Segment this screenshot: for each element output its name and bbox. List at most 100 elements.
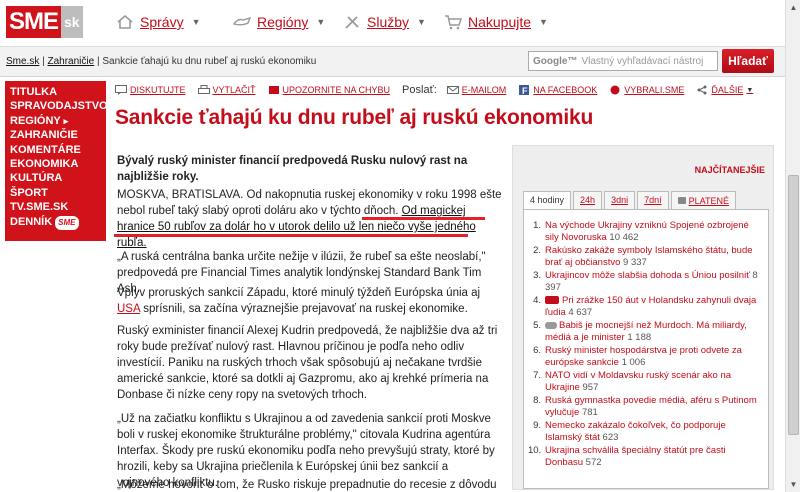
list-item[interactable]: 3. Ukrajincov môže slabšia dohoda s Úniou… (528, 270, 764, 293)
list-item[interactable]: 6. Ruský minister hospodárstva je proti o… (528, 345, 764, 368)
report-error-label: Upozornite na chybu (282, 85, 391, 95)
tab-platene[interactable]: PLATENÉ (670, 191, 736, 209)
item-count: 1 188 (627, 331, 652, 343)
site-logo[interactable]: SME sk (6, 6, 83, 38)
list-item[interactable]: 10. Ukrajina schválila špeciálny štatút p… (528, 445, 764, 468)
paragraph-3-text-b: sprísnili, sa začína výraznejšie prejavo… (143, 303, 468, 315)
print-label: Vytlačiť (212, 85, 256, 95)
red-underline-annotation (114, 234, 468, 237)
scroll-thumb[interactable] (788, 175, 799, 435)
search-brand: Google™ (533, 56, 578, 67)
item-title[interactable]: Rakúsko zakáže symboly Islamského štátu,… (545, 245, 753, 268)
list-item[interactable]: 1. Na východe Ukrajiny vzniknú Spojené oz… (528, 220, 764, 243)
nav-nakupujte-label: Nakupujte (468, 14, 532, 30)
search-button[interactable]: Hľadať (722, 49, 774, 73)
article-paragraph-3: Vplyv proruských sankcií Západu, ktoré m… (117, 285, 502, 317)
lock-icon (677, 197, 686, 204)
vybrali-share-link[interactable]: Vybrali.sme (609, 85, 684, 95)
page-scrollbar[interactable]: ▲ ▼ (785, 0, 800, 492)
scroll-down-icon[interactable]: ▼ (786, 477, 800, 492)
sme-badge: SME (55, 215, 79, 231)
breadcrumb: Sme.sk | Zahraničie | Sankcie ťahajú ku … (6, 56, 317, 67)
chevron-right-icon: ▸ (63, 115, 69, 126)
list-item[interactable]: 4. Pri zrážke 150 áut v Holandsku zahynul… (528, 295, 764, 318)
item-count: 957 (582, 381, 599, 393)
nav-sluzby[interactable]: Služby ▼ (343, 14, 426, 30)
discuss-link[interactable]: Diskutujte (115, 85, 186, 95)
nav-spravy[interactable]: Správy ▼ (116, 14, 201, 30)
sidebar-item-kultura[interactable]: Kultúra (10, 171, 106, 185)
most-read-tabs: 4 hodiny 24h 3dni 7dní PLATENÉ (523, 191, 738, 209)
sidebar: Titulka Spravodajstvo Regióny ▸ Zahranič… (5, 81, 108, 241)
item-title[interactable]: Ukrajina schválila špeciálny štatút pre … (545, 445, 726, 468)
nav-regiony[interactable]: Regióny ▼ (233, 14, 325, 30)
search-placeholder: Vlastný vyhľadávací nástroj (581, 56, 704, 67)
cart-icon (445, 15, 462, 30)
hand-icon (233, 16, 251, 26)
breadcrumb-section[interactable]: Zahraničie (48, 56, 95, 67)
tab-4-hodiny[interactable]: 4 hodiny (523, 191, 572, 209)
logo-suffix: sk (61, 6, 83, 38)
nav-nakupujte[interactable]: Nakupujte ▼ (444, 14, 548, 30)
search-input[interactable]: Google™ Vlastný vyhľadávací nástroj (528, 51, 718, 71)
list-item[interactable]: 9. Nemecko zakázalo čokoľvek, čo podporuj… (528, 420, 764, 443)
sidebar-item-regiony[interactable]: Regióny ▸ (10, 114, 106, 128)
share-icon (697, 85, 707, 95)
more-share-link[interactable]: Ďalšie ▼ (696, 85, 753, 95)
print-icon (197, 85, 210, 94)
more-share-label: Ďalšie (711, 85, 744, 95)
breadcrumb-home[interactable]: Sme.sk (6, 56, 39, 67)
email-share-link[interactable]: E-mailom (446, 85, 507, 95)
tab-3dni[interactable]: 3dni (604, 191, 636, 209)
sidebar-item-regiony-label: Regióny (10, 114, 61, 127)
item-count: 10 462 (609, 231, 639, 243)
sidebar-item-komentare[interactable]: Komentáre (10, 143, 106, 157)
list-item[interactable]: 5. Babiš je mocnejší než Murdoch. Má mili… (528, 320, 764, 343)
sidebar-item-sport[interactable]: Šport (10, 186, 106, 200)
nav-sluzby-label: Služby (367, 14, 410, 30)
list-item[interactable]: 8. Ruská gymnastka povedie médiá, aféru s… (528, 395, 764, 418)
site-header: SME sk Správy ▼ Regióny ▼ Služby ▼ Nakup… (0, 0, 785, 47)
report-error-link[interactable]: Upozornite na chybu (268, 85, 391, 95)
item-rank: 8. (533, 395, 541, 406)
item-title[interactable]: Nemecko zakázalo čokoľvek, čo podporuje … (545, 420, 726, 443)
item-rank: 7. (533, 370, 541, 381)
sidebar-item-spravodajstvo[interactable]: Spravodajstvo (10, 99, 108, 113)
vybrali-share-label: Vybrali.sme (624, 85, 685, 95)
item-title[interactable]: Na východe Ukrajiny vzniknú Spojené ozbr… (545, 220, 749, 243)
sidebar-item-dennik-label: Denník (10, 215, 53, 228)
item-rank: 5. (533, 320, 541, 331)
item-count: 572 (585, 456, 602, 468)
print-link[interactable]: Vytlačiť (197, 85, 256, 95)
item-count: 4 637 (568, 306, 593, 318)
scroll-up-icon[interactable]: ▲ (786, 0, 800, 15)
most-read-box: Najčítanejšie 4 hodiny 24h 3dni 7dní PLA… (512, 145, 774, 490)
sidebar-item-zahranicie[interactable]: Zahraničie (10, 128, 106, 142)
svg-text:f: f (522, 86, 528, 95)
tab-7dni[interactable]: 7dní (637, 191, 669, 209)
item-title[interactable]: Ukrajincov môže slabšia dohoda s Úniou p… (545, 270, 750, 281)
tab-platene-label: PLATENÉ (688, 195, 729, 206)
article-paragraph-6: „Môžeme hovoriť o tom, že Rusko riskuje … (117, 479, 497, 491)
sidebar-item-ekonomika[interactable]: Ekonomika (10, 157, 106, 171)
tab-24h[interactable]: 24h (573, 191, 603, 209)
usa-link[interactable]: USA (117, 303, 140, 315)
list-item[interactable]: 7. NATO vidí v Moldavsku ruský scenár ako… (528, 370, 764, 393)
item-title[interactable]: NATO vidí v Moldavsku ruský scenár ako n… (545, 370, 731, 393)
email-icon (446, 86, 459, 94)
facebook-share-link[interactable]: f Na Facebook (518, 85, 597, 95)
paragraph-3-text-a: Vplyv proruských sankcií Západu, ktoré m… (117, 287, 481, 299)
tools-icon (345, 16, 359, 29)
most-read-list: 1. Na východe Ukrajiny vzniknú Spojené oz… (523, 209, 769, 489)
sidebar-item-tvsme[interactable]: TV.SME.sk (10, 200, 106, 214)
list-item[interactable]: 2. Rakúsko zakáže symboly Islamského štát… (528, 245, 764, 268)
item-count: 1 006 (621, 356, 646, 368)
item-rank: 4. (533, 295, 541, 306)
chevron-down-icon: ▼ (316, 17, 326, 27)
facebook-share-label: Na Facebook (533, 85, 598, 95)
item-rank: 10. (528, 445, 542, 456)
email-share-label: E-mailom (461, 85, 507, 95)
sidebar-item-titulka[interactable]: Titulka (10, 85, 106, 99)
sidebar-item-dennik[interactable]: Denník SME (10, 215, 106, 231)
item-title[interactable]: Ruská gymnastka povedie médiá, aféru s P… (545, 395, 757, 418)
